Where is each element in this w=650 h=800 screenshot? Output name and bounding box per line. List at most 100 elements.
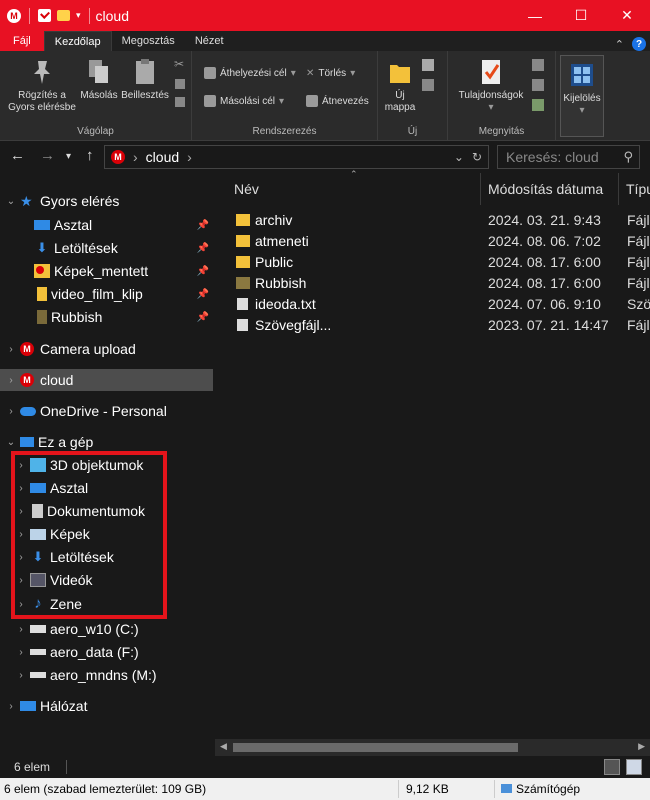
system-drive-icon xyxy=(30,625,46,633)
divider xyxy=(66,760,68,774)
up-button[interactable]: ↑ xyxy=(86,147,94,164)
pin-icon[interactable]: 📌 xyxy=(197,220,209,231)
cut-icon[interactable]: ✂ xyxy=(174,57,184,71)
nav-quick-item[interactable]: Asztal 📌 xyxy=(0,214,213,236)
chevron-right-icon[interactable]: › xyxy=(16,670,26,681)
table-row[interactable]: Szövegfájl... 2023. 07. 21. 14:47 Fájl xyxy=(215,314,650,335)
paste-button[interactable]: Beillesztés xyxy=(120,57,170,102)
copy-to-icon xyxy=(204,95,216,107)
copy-button[interactable]: Másolás xyxy=(78,57,120,102)
chevron-up-icon[interactable]: ⌃ xyxy=(615,38,624,51)
address-bar[interactable]: M › cloud › ⌄ ↻ xyxy=(104,145,489,169)
nav-onedrive[interactable]: › OneDrive - Personal xyxy=(0,400,213,422)
scroll-left-icon[interactable]: ◀ xyxy=(220,741,227,752)
close-button[interactable]: ✕ xyxy=(604,0,650,31)
new-item-icon[interactable] xyxy=(422,59,434,71)
nav-quick-item[interactable]: ⬇ Letöltések 📌 xyxy=(0,237,213,259)
tab-home[interactable]: Kezdőlap xyxy=(43,31,112,51)
column-divider[interactable] xyxy=(618,173,619,205)
pin-icon[interactable]: 📌 xyxy=(197,312,209,323)
breadcrumb[interactable]: cloud xyxy=(146,149,179,165)
table-row[interactable]: Public 2024. 08. 17. 6:00 Fájlm xyxy=(215,251,650,272)
chevron-down-icon[interactable]: ⌄ xyxy=(6,196,16,207)
chevron-down-icon[interactable]: ⌄ xyxy=(454,150,464,164)
table-row[interactable]: atmeneti 2024. 08. 06. 7:02 Fájlm xyxy=(215,230,650,251)
chevron-right-icon[interactable]: › xyxy=(16,624,26,635)
pin-icon[interactable]: 📌 xyxy=(197,243,209,254)
tab-file[interactable]: Fájl xyxy=(0,31,44,51)
refresh-icon[interactable]: ↻ xyxy=(472,150,482,164)
pin-icon[interactable]: 📌 xyxy=(197,266,209,277)
folder-sync-icon xyxy=(236,255,250,268)
open-icon[interactable] xyxy=(532,59,544,71)
chevron-right-icon[interactable]: › xyxy=(6,406,16,417)
back-button[interactable]: ← xyxy=(10,147,25,164)
tab-view[interactable]: Nézet xyxy=(185,31,234,51)
nav-camera-upload[interactable]: › M Camera upload xyxy=(0,338,213,360)
edit-icon[interactable] xyxy=(532,79,544,91)
paste-shortcut-icon[interactable] xyxy=(175,97,185,107)
pin-icon[interactable]: 📌 xyxy=(197,289,209,300)
chevron-right-icon[interactable]: › xyxy=(6,344,16,355)
drive-icon xyxy=(30,649,46,655)
maximize-button[interactable]: ☐ xyxy=(558,0,604,31)
properties-button[interactable]: Tulajdonságok ▾ xyxy=(454,57,528,114)
forward-button[interactable]: → xyxy=(40,147,55,164)
scrollbar-thumb[interactable] xyxy=(233,743,518,752)
chevron-right-icon[interactable]: › xyxy=(6,701,16,712)
details-view-icon[interactable] xyxy=(604,759,620,775)
minimize-button[interactable]: — xyxy=(512,0,558,31)
column-header-name[interactable]: Név xyxy=(234,173,259,205)
search-input[interactable]: Keresés: cloud ⚲ xyxy=(497,145,640,169)
easy-access-icon[interactable] xyxy=(422,79,434,91)
pin-quick-access-button[interactable]: Rögzítés a Gyors elérésbe xyxy=(6,57,78,114)
highlight-box xyxy=(11,451,167,619)
chevron-right-icon[interactable]: › xyxy=(6,375,16,386)
chevron-right-icon[interactable]: › xyxy=(133,149,138,165)
group-label: Új xyxy=(407,126,418,137)
table-row[interactable]: ideoda.txt 2024. 07. 06. 9:10 Szöv xyxy=(215,293,650,314)
delete-button[interactable]: ✕ Törlés ▾ xyxy=(306,65,355,81)
new-folder-quick-icon[interactable] xyxy=(57,10,70,21)
column-header-date[interactable]: Módosítás dátuma xyxy=(488,173,603,205)
customize-dropdown-icon[interactable]: ▾ xyxy=(76,10,81,21)
nav-cloud[interactable]: › M cloud xyxy=(0,369,213,391)
properties-quick-icon[interactable] xyxy=(38,9,51,22)
nav-quick-item[interactable]: Képek_mentett 📌 xyxy=(0,260,213,282)
history-icon[interactable] xyxy=(532,99,544,111)
tab-share[interactable]: Megosztás xyxy=(112,31,185,51)
help-icon[interactable]: ? xyxy=(632,37,646,51)
move-to-button[interactable]: Áthelyezési cél ▾ xyxy=(204,65,296,81)
nav-quick-access[interactable]: ⌄ ★ Gyors elérés xyxy=(0,190,213,212)
nav-quick-item[interactable]: video_film_klip 📌 xyxy=(0,283,213,305)
nav-network[interactable]: › Hálózat xyxy=(0,695,213,717)
column-divider[interactable] xyxy=(480,173,481,205)
chevron-right-icon[interactable]: › xyxy=(16,647,26,658)
group-label: Vágólap xyxy=(77,126,114,137)
search-icon: ⚲ xyxy=(623,149,633,164)
chevron-right-icon[interactable]: › xyxy=(187,149,192,165)
table-row[interactable]: Rubbish 2024. 08. 17. 6:00 Fájlm xyxy=(215,272,650,293)
copy-path-icon[interactable] xyxy=(175,79,185,89)
text-file-icon xyxy=(237,318,248,331)
new-folder-button[interactable]: Új mappa xyxy=(384,57,416,114)
mega-folder-icon xyxy=(34,264,50,278)
select-grid-icon xyxy=(571,64,593,86)
nav-drive[interactable]: › aero_w10 (C:) xyxy=(0,618,213,640)
recent-locations-button[interactable]: ▾ xyxy=(66,151,71,162)
horizontal-scrollbar[interactable]: ◀ ▶ xyxy=(215,739,650,756)
chevron-down-icon[interactable]: ⌄ xyxy=(6,437,16,448)
select-button[interactable]: Kijelölés ▾ xyxy=(560,55,604,137)
divider xyxy=(398,780,399,798)
copy-to-button[interactable]: Másolási cél ▾ xyxy=(204,93,284,109)
rename-button[interactable]: Átnevezés xyxy=(306,93,369,109)
scroll-right-icon[interactable]: ▶ xyxy=(638,741,645,752)
large-icons-view-icon[interactable] xyxy=(626,759,642,775)
nav-drive[interactable]: › aero_mndns (M:) xyxy=(0,664,213,686)
nav-this-pc[interactable]: ⌄ Ez a gép xyxy=(0,431,213,453)
nav-drive[interactable]: › aero_data (F:) xyxy=(0,641,213,663)
table-row[interactable]: archiv 2024. 03. 21. 9:43 Fájlm xyxy=(215,209,650,230)
nav-quick-item[interactable]: Rubbish 📌 xyxy=(0,306,213,328)
group-label: Rendszerezés xyxy=(252,126,317,137)
column-header-type[interactable]: Típu xyxy=(626,173,650,205)
